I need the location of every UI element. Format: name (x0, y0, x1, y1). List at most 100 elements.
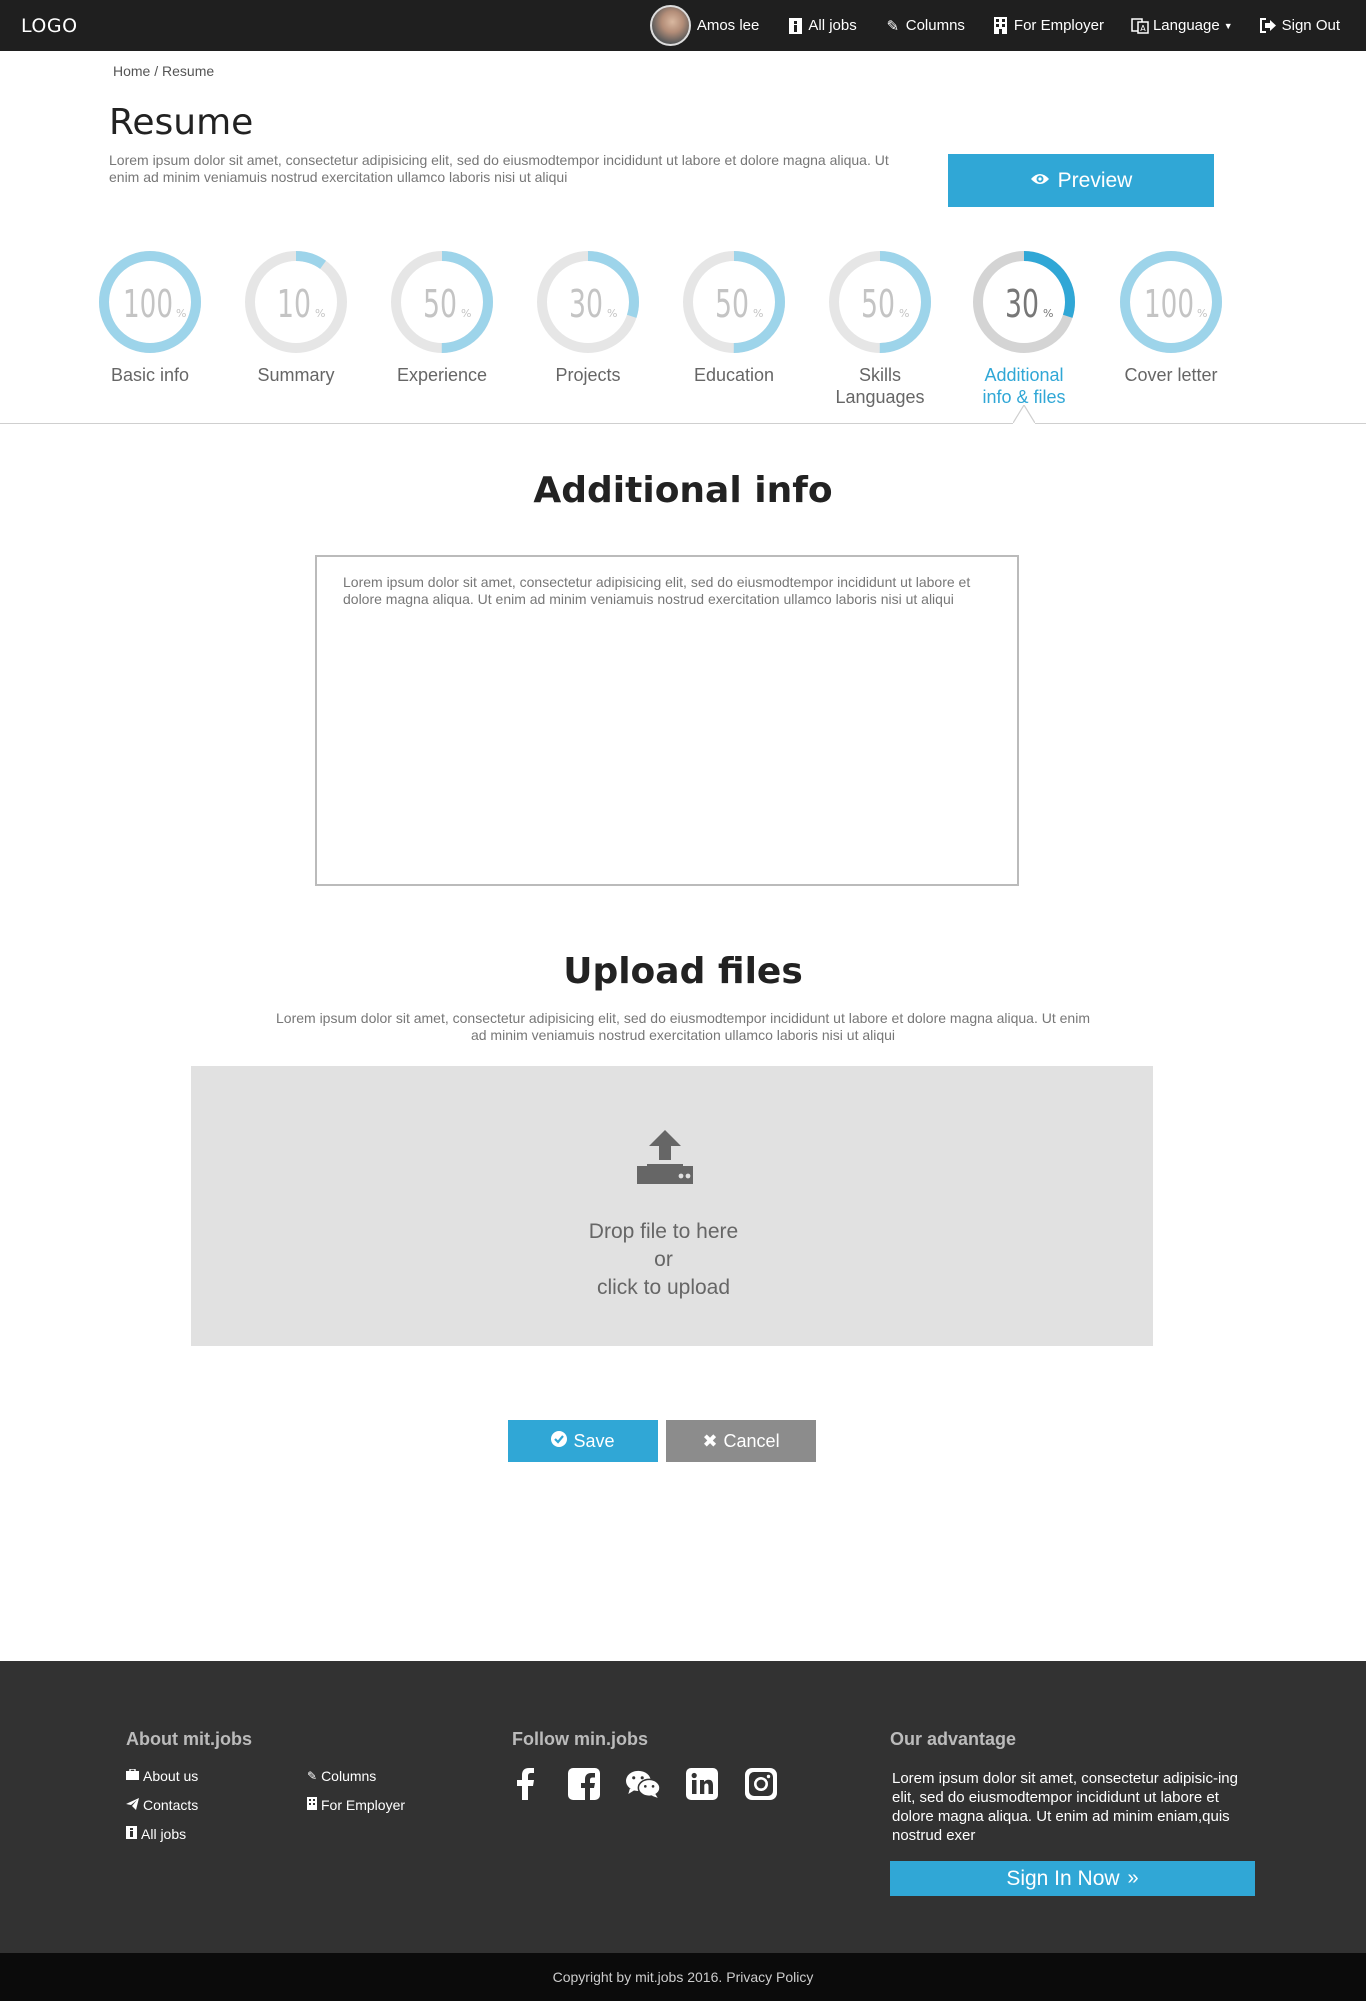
paper-plane-icon (126, 1797, 139, 1813)
nav-for-employer[interactable]: For Employer (992, 17, 1104, 35)
breadcrumb-current: Resume (162, 63, 215, 79)
active-step-pointer (1013, 405, 1035, 425)
preview-label: Preview (1057, 168, 1133, 192)
progress-percent-sign: % (753, 307, 763, 320)
copyright-bar: Copyright by mit.jobs 2016. Privacy Poli… (0, 1953, 1366, 2001)
drop-line-2: or (654, 1248, 673, 1271)
step-basic-info[interactable]: 100% Basic info (80, 250, 220, 386)
nav-all-jobs-label: All jobs (808, 17, 857, 34)
building-icon (992, 17, 1010, 35)
progress-ring: 30% (537, 251, 639, 353)
progress-value: 50 (861, 282, 895, 326)
step-cover-letter[interactable]: 100% Cover letter (1101, 250, 1241, 386)
footer-link-about-us-label: About us (143, 1768, 199, 1784)
progress-percent-sign: % (461, 307, 471, 320)
briefcase-icon (126, 1768, 139, 1783)
cancel-label: Cancel (723, 1430, 780, 1451)
social-links (508, 1767, 803, 1801)
top-navbar: LOGO Amos lee All jobs ✎ Columns For Emp… (0, 0, 1366, 51)
footer-link-for-employer[interactable]: For Employer (307, 1797, 405, 1813)
breadcrumb-separator: / (154, 63, 159, 79)
step-projects[interactable]: 30% Projects (518, 250, 658, 386)
breadcrumb-home[interactable]: Home (113, 63, 150, 79)
progress-ring: 30% (973, 251, 1075, 353)
preview-button[interactable]: Preview (948, 154, 1214, 207)
progress-value: 100 (123, 282, 173, 326)
step-label: Cover letter (1124, 365, 1218, 385)
additional-info-textarea[interactable]: Lorem ipsum dolor sit amet, consectetur … (315, 555, 1019, 886)
save-button[interactable]: Save (508, 1420, 658, 1462)
user-menu[interactable]: Amos lee (649, 5, 760, 46)
pencil-icon: ✎ (886, 17, 900, 35)
progress-percent-sign: % (1043, 307, 1053, 320)
step-experience[interactable]: 50% Experience (372, 250, 512, 386)
footer-link-contacts[interactable]: Contacts (126, 1797, 198, 1813)
step-label: Skills Languages (835, 365, 925, 407)
step-skills-languages[interactable]: 50% Skills Languages (810, 250, 950, 408)
footer-link-columns[interactable]: ✎ Columns (307, 1768, 376, 1784)
footer: About mit.jobs About us Contacts All job… (0, 1661, 1366, 1953)
progress-value: 50 (423, 282, 457, 326)
facebook-icon[interactable] (508, 1767, 542, 1801)
step-label: Additional info & files (982, 365, 1066, 407)
footer-link-about-us[interactable]: About us (126, 1768, 198, 1784)
sign-in-now-button[interactable]: Sign In Now » (890, 1861, 1255, 1896)
nav-menu: Amos lee All jobs ✎ Columns For Employer… (623, 0, 1340, 51)
wechat-icon[interactable] (626, 1767, 660, 1801)
step-label: Basic info (110, 365, 190, 385)
footer-link-columns-label: Columns (321, 1768, 377, 1784)
avatar[interactable] (649, 5, 691, 46)
step-label: Summary (257, 365, 335, 385)
progress-value: 100 (1144, 282, 1194, 326)
sign-in-now-label: Sign In Now (1006, 1866, 1120, 1890)
upload-files-title: Upload files (563, 951, 803, 992)
nav-for-employer-label: For Employer (1013, 17, 1104, 34)
privacy-policy-link[interactable]: Privacy Policy (726, 1969, 813, 1985)
footer-link-contacts-label: Contacts (143, 1797, 199, 1813)
page-description: Lorem ipsum dolor sit amet, consectetur … (109, 152, 889, 185)
footer-advantage-title: Our advantage (890, 1729, 1017, 1749)
user-name[interactable]: Amos lee (697, 17, 760, 34)
step-label: Experience (396, 365, 488, 385)
nav-columns[interactable]: ✎ Columns (884, 17, 965, 35)
upload-icon (637, 1130, 693, 1184)
upload-description: Lorem ipsum dolor sit amet, consectetur … (276, 1010, 1090, 1043)
resume-steps: 100% Basic info 10% Summary 50% Experience … (0, 250, 1366, 424)
save-label: Save (573, 1430, 615, 1451)
file-dropzone[interactable]: Drop file to here or click to upload (191, 1066, 1153, 1346)
facebook-square-icon[interactable] (567, 1767, 601, 1801)
instagram-icon[interactable] (744, 1767, 778, 1801)
progress-ring: 10% (245, 251, 347, 353)
caret-down-icon: ▼ (1223, 20, 1233, 31)
nav-sign-out-label: Sign Out (1281, 17, 1340, 34)
progress-ring: 100% (1120, 251, 1222, 353)
info-icon (126, 1826, 137, 1842)
linkedin-icon[interactable] (685, 1767, 719, 1801)
drop-instructions: Drop file to here or click to upload (191, 1218, 1136, 1302)
footer-link-all-jobs-label: All jobs (141, 1826, 187, 1842)
nav-sign-out[interactable]: Sign Out (1260, 17, 1340, 35)
step-education[interactable]: 50% Education (664, 250, 804, 386)
step-additional-info-files[interactable]: 30% Additional info & files (954, 250, 1094, 408)
footer-link-all-jobs[interactable]: All jobs (126, 1826, 186, 1842)
nav-language-label: Language (1152, 17, 1220, 34)
progress-percent-sign: % (315, 307, 325, 320)
progress-value: 30 (569, 282, 603, 326)
progress-ring: 50% (829, 251, 931, 353)
info-icon (786, 17, 804, 35)
progress-percent-sign: % (899, 307, 909, 320)
progress-ring: 50% (391, 251, 493, 353)
nav-language[interactable]: A Language ▼ (1131, 17, 1233, 35)
footer-about-title: About mit.jobs (126, 1729, 252, 1749)
close-icon: ✖ (702, 1430, 718, 1451)
step-label: Education (693, 365, 775, 385)
breadcrumb: Home / Resume (113, 63, 214, 79)
nav-all-jobs[interactable]: All jobs (786, 17, 857, 35)
footer-advantage-text: Lorem ipsum dolor sit amet, consectetur … (892, 1770, 1238, 1844)
nav-columns-label: Columns (905, 17, 965, 34)
logo[interactable]: LOGO (21, 15, 78, 37)
drop-line-1: Drop file to here (588, 1220, 739, 1243)
cancel-button[interactable]: ✖ Cancel (666, 1420, 816, 1462)
step-summary[interactable]: 10% Summary (226, 250, 366, 386)
progress-percent-sign: % (607, 307, 617, 320)
